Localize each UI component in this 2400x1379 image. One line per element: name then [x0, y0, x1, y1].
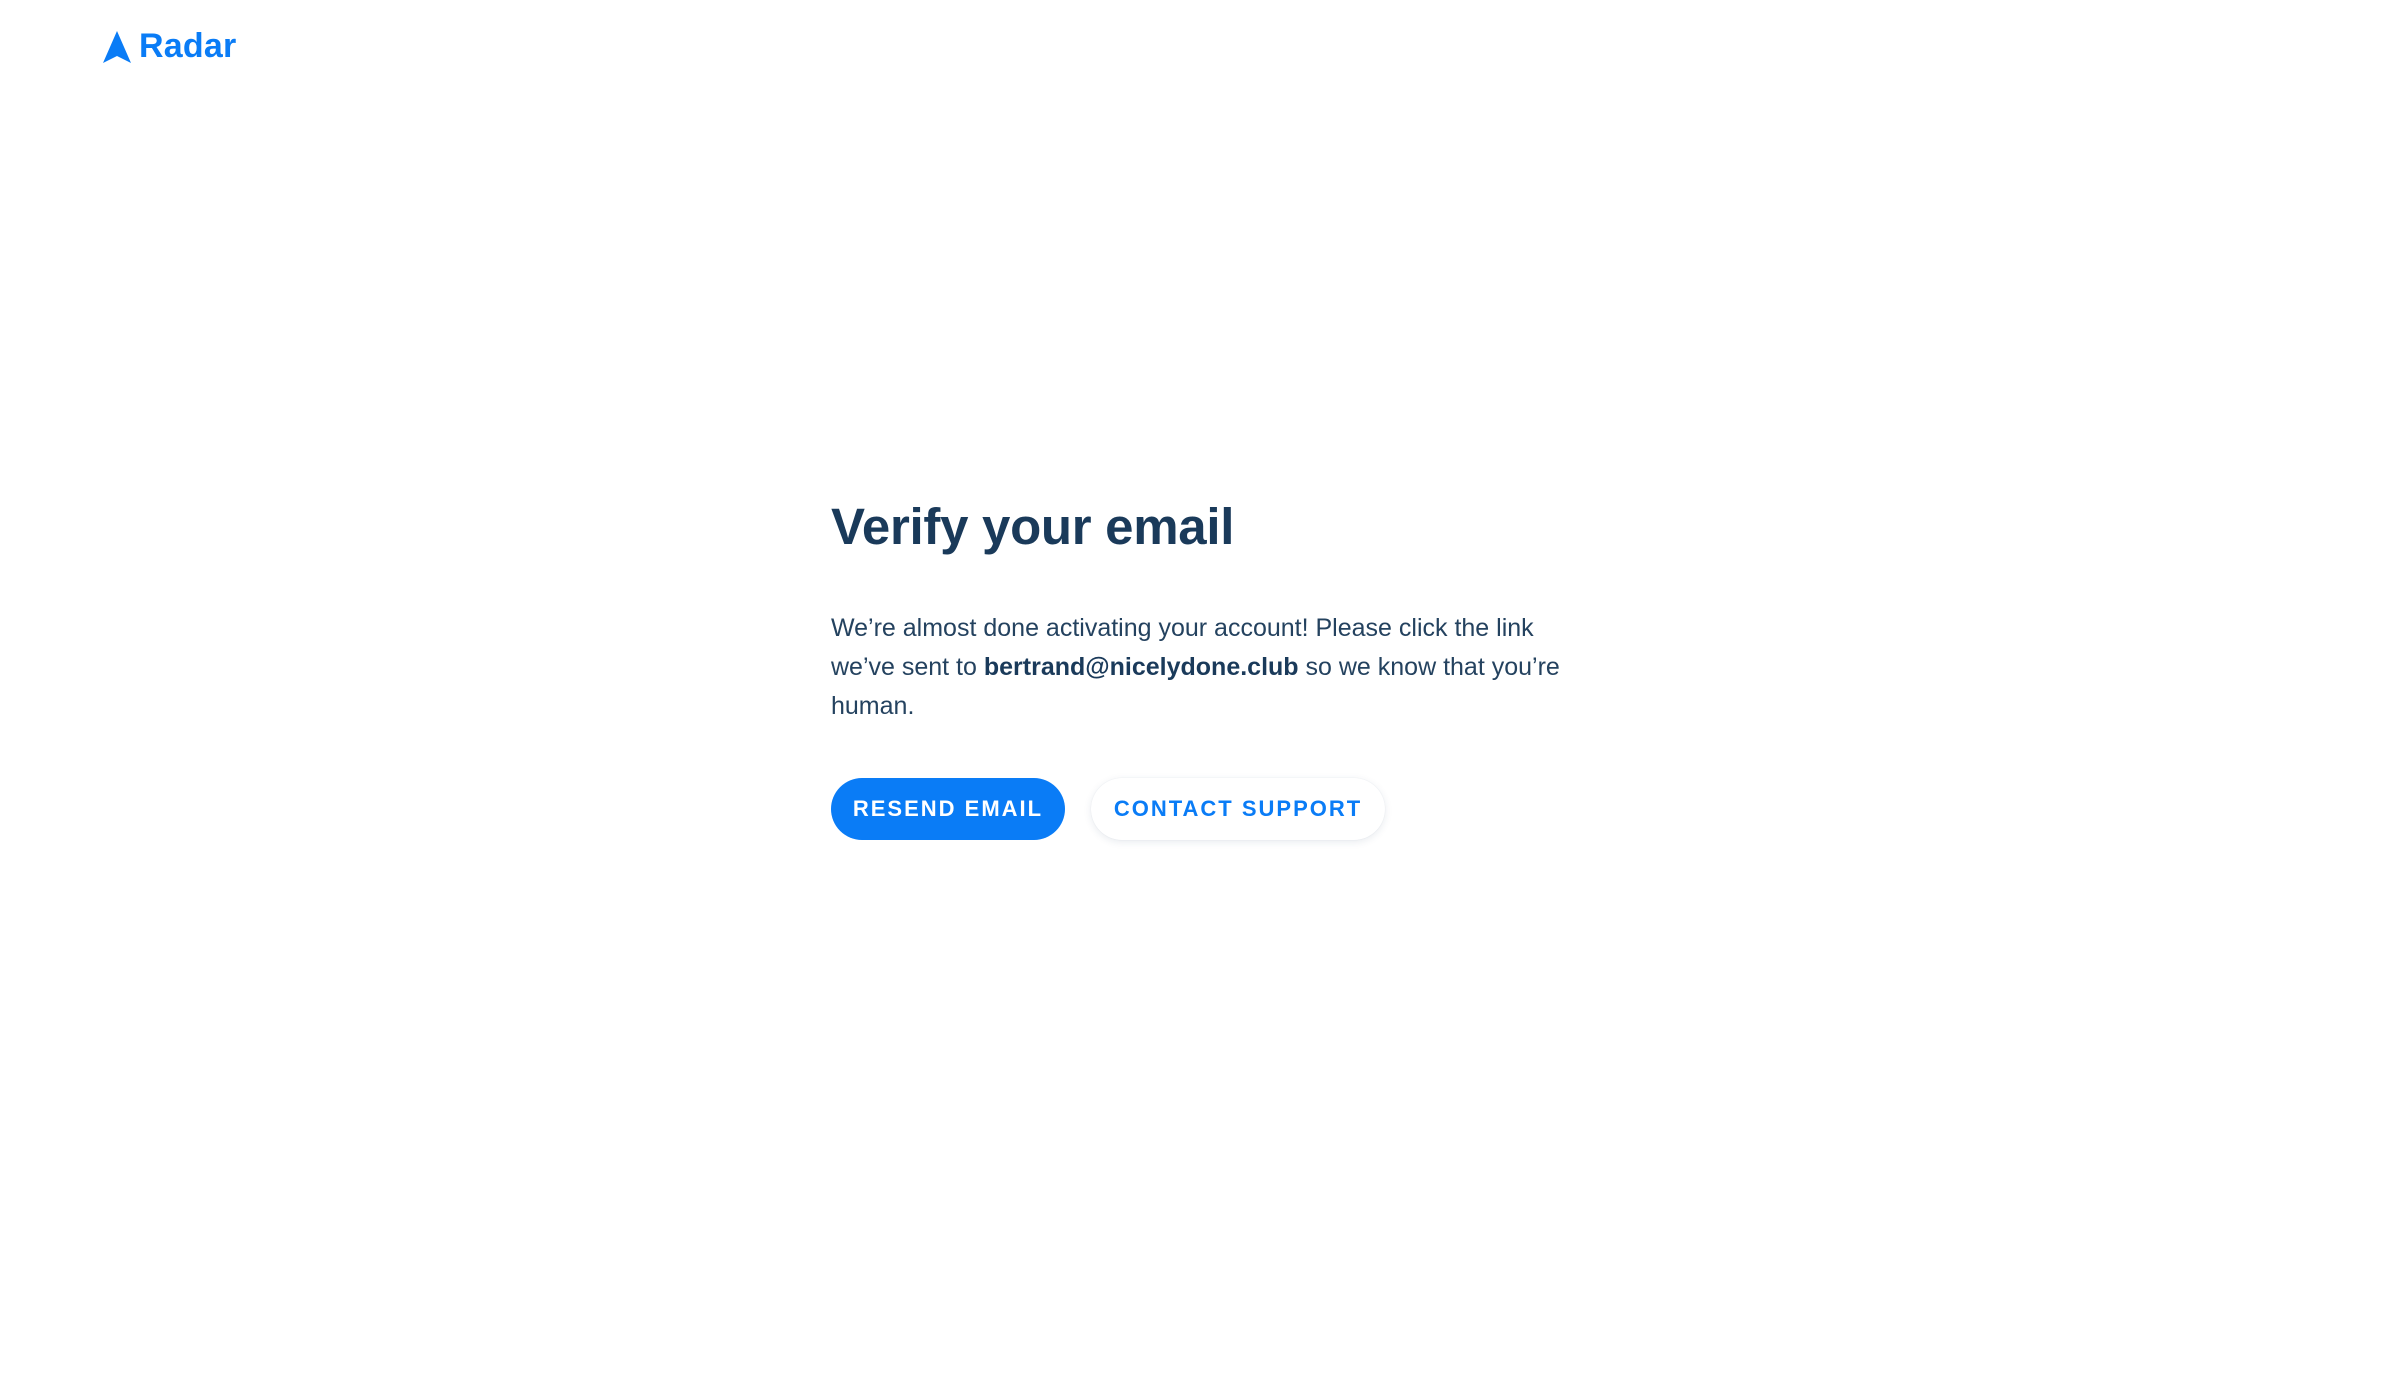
arrow-navigation-icon [103, 30, 131, 63]
contact-support-button[interactable]: CONTACT SUPPORT [1091, 778, 1385, 841]
action-buttons: RESEND EMAIL CONTACT SUPPORT [831, 778, 1591, 841]
user-email: bertrand@nicelydone.club [983, 653, 1299, 682]
page-title: Verify your email [831, 498, 1235, 555]
logo-text: Radar [139, 27, 237, 65]
radar-logo[interactable]: Radar [103, 27, 236, 66]
resend-email-button[interactable]: RESEND EMAIL [831, 778, 1065, 841]
verification-message: We’re almost done activating your accoun… [831, 609, 1591, 726]
verify-email-panel: Verify your email We’re almost done acti… [831, 496, 1591, 841]
